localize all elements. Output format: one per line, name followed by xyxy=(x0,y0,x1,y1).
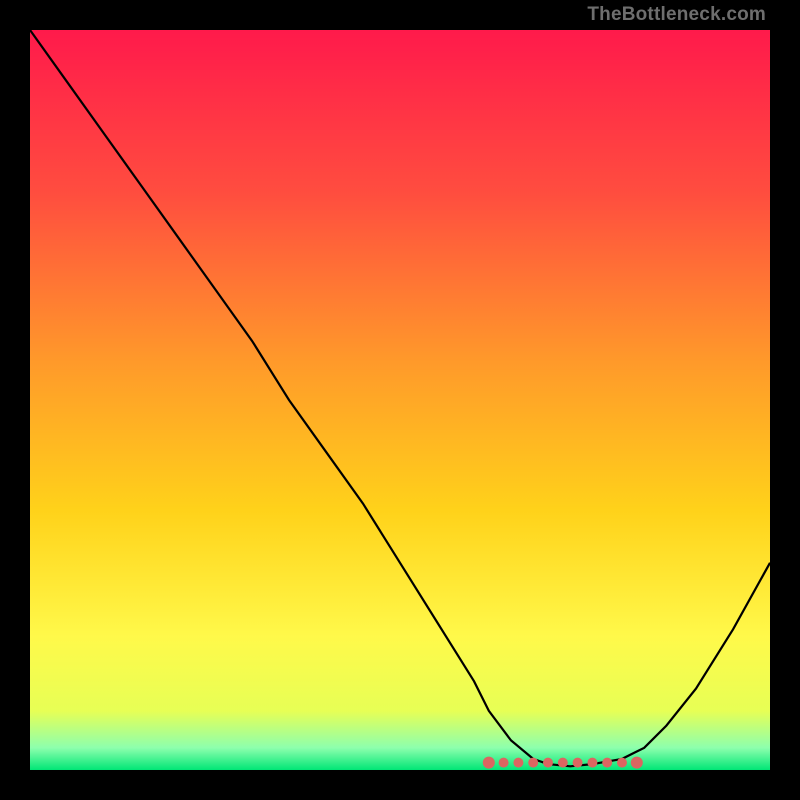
watermark-text: TheBottleneck.com xyxy=(587,4,766,26)
optimal-band-dot xyxy=(499,758,509,768)
chart-background xyxy=(30,30,770,770)
optimal-band-dot xyxy=(587,758,597,768)
optimal-band-dot xyxy=(483,757,495,769)
bottleneck-chart xyxy=(30,30,770,770)
optimal-band-dot xyxy=(631,757,643,769)
chart-frame xyxy=(30,30,770,770)
optimal-band-dot xyxy=(602,758,612,768)
optimal-band-dot xyxy=(513,758,523,768)
optimal-band-dot xyxy=(528,758,538,768)
optimal-band-dot xyxy=(543,758,553,768)
optimal-band-dot xyxy=(617,758,627,768)
optimal-band-dot xyxy=(573,758,583,768)
optimal-band-dot xyxy=(558,758,568,768)
